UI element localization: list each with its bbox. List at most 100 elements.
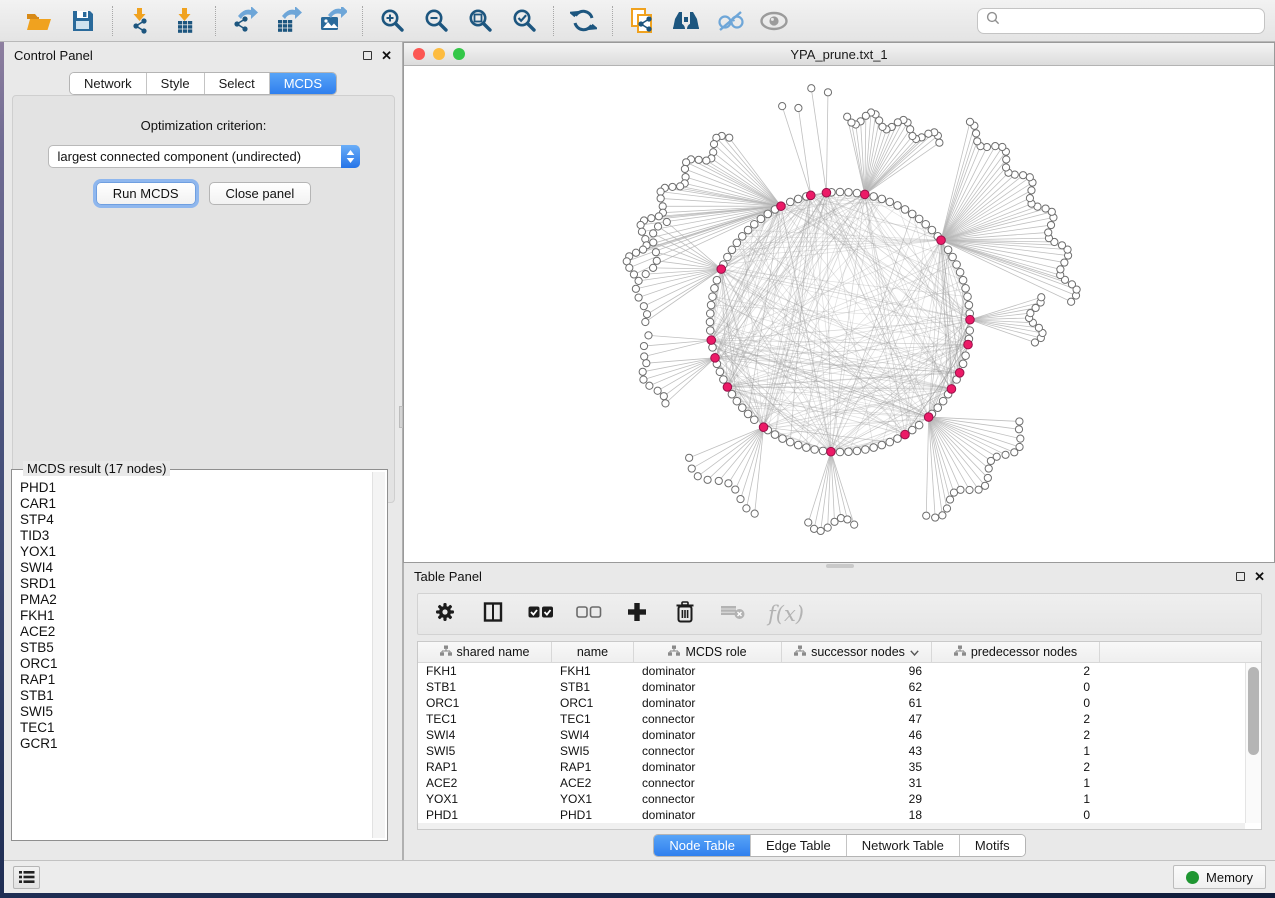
- network-node[interactable]: [794, 195, 802, 203]
- table-cell[interactable]: ORC1: [552, 695, 634, 711]
- network-node[interactable]: [894, 119, 901, 126]
- mcds-result-item[interactable]: STP4: [14, 512, 372, 528]
- mcds-node[interactable]: [723, 383, 732, 392]
- network-node[interactable]: [738, 404, 746, 412]
- network-node[interactable]: [811, 446, 819, 454]
- table-cell[interactable]: YOX1: [552, 791, 634, 807]
- network-node[interactable]: [844, 516, 851, 523]
- column-header-predecessor-nodes[interactable]: predecessor nodes: [932, 642, 1100, 662]
- network-node[interactable]: [646, 382, 653, 389]
- task-history-button[interactable]: [13, 866, 40, 889]
- table-cell[interactable]: 2: [932, 759, 1100, 775]
- table-cell[interactable]: 31: [782, 775, 932, 791]
- network-node[interactable]: [981, 482, 988, 489]
- table-cell[interactable]: 61: [782, 695, 932, 711]
- network-node[interactable]: [728, 246, 736, 254]
- network-node[interactable]: [654, 387, 661, 394]
- table-cell[interactable]: 2: [932, 663, 1100, 679]
- network-node[interactable]: [1015, 426, 1022, 433]
- network-node[interactable]: [649, 264, 656, 271]
- table-cell[interactable]: RAP1: [552, 759, 634, 775]
- table-cell[interactable]: connector: [634, 711, 782, 727]
- network-node[interactable]: [711, 285, 719, 293]
- zoom-out-button[interactable]: [421, 6, 451, 36]
- table-vertical-scrollbar[interactable]: [1245, 663, 1261, 823]
- network-node[interactable]: [794, 441, 802, 449]
- network-node[interactable]: [851, 521, 858, 528]
- table-cell[interactable]: YOX1: [418, 791, 552, 807]
- network-node[interactable]: [984, 474, 991, 481]
- network-node[interactable]: [638, 228, 645, 235]
- network-node[interactable]: [870, 444, 878, 452]
- network-node[interactable]: [703, 157, 710, 164]
- mcds-node[interactable]: [937, 236, 946, 245]
- table-cell[interactable]: 0: [932, 807, 1100, 823]
- toggle-columns-button[interactable]: [480, 601, 506, 627]
- mcds-result-item[interactable]: FKH1: [14, 608, 372, 624]
- tab-select[interactable]: Select: [205, 73, 270, 94]
- network-node[interactable]: [660, 393, 667, 400]
- table-cell[interactable]: FKH1: [552, 663, 634, 679]
- network-node[interactable]: [845, 448, 853, 456]
- network-node[interactable]: [922, 220, 930, 228]
- network-node[interactable]: [677, 183, 684, 190]
- column-header-shared-name[interactable]: shared name: [418, 642, 552, 662]
- mcds-result-item[interactable]: GCR1: [14, 736, 372, 752]
- table-cell[interactable]: connector: [634, 775, 782, 791]
- network-node[interactable]: [1026, 174, 1033, 181]
- table-cell[interactable]: 47: [782, 711, 932, 727]
- export-image-button[interactable]: [318, 6, 348, 36]
- network-node[interactable]: [662, 400, 669, 407]
- network-node[interactable]: [626, 264, 633, 271]
- network-node[interactable]: [894, 202, 902, 210]
- import-network-button[interactable]: [127, 6, 157, 36]
- table-row[interactable]: YOX1YOX1connector291: [418, 791, 1245, 807]
- table-cell[interactable]: connector: [634, 743, 782, 759]
- network-node[interactable]: [744, 226, 752, 234]
- network-node[interactable]: [824, 89, 831, 96]
- network-node[interactable]: [716, 368, 724, 376]
- network-node[interactable]: [959, 276, 967, 284]
- network-node[interactable]: [743, 505, 750, 512]
- table-cell[interactable]: 29: [782, 791, 932, 807]
- network-node[interactable]: [836, 188, 844, 196]
- mcds-node[interactable]: [717, 265, 726, 274]
- hide-glasses-button[interactable]: [715, 6, 745, 36]
- network-node[interactable]: [878, 441, 886, 449]
- network-node[interactable]: [1019, 172, 1026, 179]
- column-header-name[interactable]: name: [552, 642, 634, 662]
- network-node[interactable]: [655, 213, 662, 220]
- mcds-node[interactable]: [901, 430, 910, 439]
- network-node[interactable]: [844, 113, 851, 120]
- network-node[interactable]: [681, 165, 688, 172]
- mcds-node[interactable]: [827, 447, 836, 456]
- network-node[interactable]: [1058, 242, 1065, 249]
- network-node[interactable]: [640, 303, 647, 310]
- network-node[interactable]: [908, 426, 916, 434]
- table-row[interactable]: ORC1ORC1dominator610: [418, 695, 1245, 711]
- table-cell[interactable]: FKH1: [418, 663, 552, 679]
- network-node[interactable]: [751, 510, 758, 517]
- table-cell[interactable]: SWI4: [418, 727, 552, 743]
- network-node[interactable]: [652, 249, 659, 256]
- mcds-result-item[interactable]: PHD1: [14, 480, 372, 496]
- network-node[interactable]: [639, 368, 646, 375]
- network-node[interactable]: [943, 505, 950, 512]
- network-node[interactable]: [643, 360, 650, 367]
- mcds-node[interactable]: [924, 413, 933, 422]
- table-cell[interactable]: 62: [782, 679, 932, 695]
- tab-motifs[interactable]: Motifs: [960, 835, 1025, 856]
- network-node[interactable]: [862, 446, 870, 454]
- tab-edge-table[interactable]: Edge Table: [751, 835, 847, 856]
- network-node[interactable]: [728, 390, 736, 398]
- table-row[interactable]: ACE2ACE2connector311: [418, 775, 1245, 791]
- network-node[interactable]: [632, 249, 639, 256]
- network-node[interactable]: [706, 318, 714, 326]
- network-node[interactable]: [663, 218, 670, 225]
- table-cell[interactable]: 46: [782, 727, 932, 743]
- network-node[interactable]: [886, 438, 894, 446]
- table-cell[interactable]: 2: [932, 711, 1100, 727]
- network-node[interactable]: [732, 486, 739, 493]
- tab-node-table[interactable]: Node Table: [654, 835, 751, 856]
- delete-rows-button[interactable]: [672, 601, 698, 627]
